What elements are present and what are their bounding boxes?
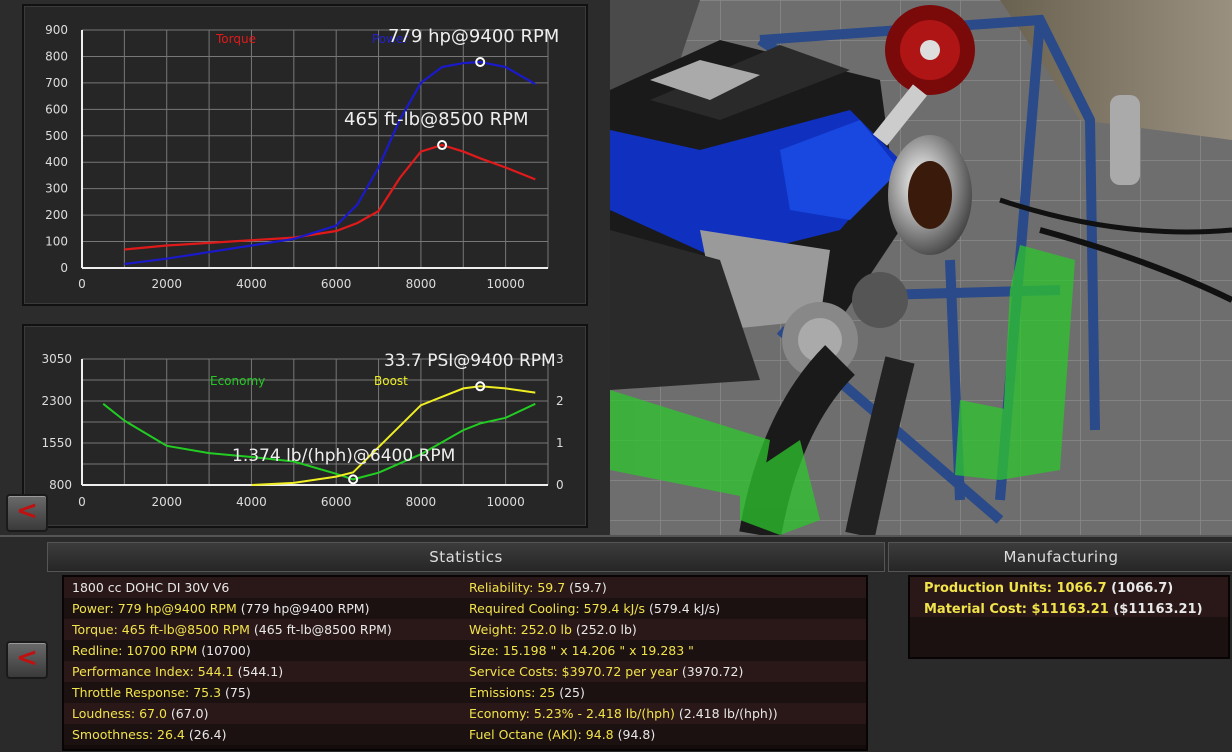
back-button-bottom[interactable]: < bbox=[6, 641, 48, 679]
y-tick-label: 500 bbox=[45, 129, 68, 143]
stat-right-3: Size: 15.198 " x 14.206 " x 19.283 " bbox=[469, 643, 694, 658]
economy-boost-chart-panel: 3050 2300 1550 800 3 2 1 0 0 2000 4000 6000 8000 1000… bbox=[22, 324, 588, 528]
y-left-tick-label: 3050 bbox=[41, 352, 72, 366]
stat-left-7: Smoothness: 26.4 (26.4) bbox=[72, 727, 227, 742]
y-left-tick-label: 800 bbox=[49, 478, 72, 492]
stats-row: Power: 779 hp@9400 RPM (779 hp@9400 RPM)… bbox=[64, 598, 866, 619]
y-tick-label: 700 bbox=[45, 76, 68, 90]
stats-row: Performance Index: 544.1 (544.1) Service … bbox=[64, 661, 866, 682]
stats-row: Redline: 10700 RPM (10700) Size: 15.198 "… bbox=[64, 640, 866, 661]
y-tick-label: 300 bbox=[45, 182, 68, 196]
x-tick-label: 8000 bbox=[406, 277, 437, 291]
x-tick-label: 2000 bbox=[151, 495, 182, 509]
stat-left-0: 1800 cc DOHC DI 30V V6 bbox=[72, 580, 230, 595]
torque-line bbox=[124, 143, 536, 251]
stat-right-0: Reliability: 59.7 (59.7) bbox=[469, 580, 607, 595]
stat-left-1: Power: 779 hp@9400 RPM (779 hp@9400 RPM) bbox=[72, 601, 370, 616]
stat-left-4: Performance Index: 544.1 (544.1) bbox=[72, 664, 284, 679]
boost-legend: Boost bbox=[374, 374, 408, 388]
stat-right-2: Weight: 252.0 lb (252.0 lb) bbox=[469, 622, 637, 637]
stats-row: Smoothness: 26.4 (26.4) Fuel Octane (AKI)… bbox=[64, 724, 866, 745]
x-tick-label: 6000 bbox=[321, 277, 352, 291]
y-right-tick-label: 3 bbox=[556, 352, 564, 366]
stats-row: Loudness: 67.0 (67.0) Economy: 5.23% - 2.… bbox=[64, 703, 866, 724]
power-torque-chart: 90080070060050040030020010000 2000 4000 600… bbox=[45, 23, 549, 291]
stat-left-6: Loudness: 67.0 (67.0) bbox=[72, 706, 209, 721]
x-tick-label: 0 bbox=[78, 277, 86, 291]
x-tick-label: 2000 bbox=[151, 277, 182, 291]
peak-boost-label: 33.7 PSI@9400 RPM bbox=[384, 351, 556, 371]
material-cost: Material Cost: $11163.21 ($11163.21) bbox=[924, 602, 1203, 617]
y-left-tick-label: 2300 bbox=[41, 394, 72, 408]
stat-right-1: Required Cooling: 579.4 kJ/s (579.4 kJ/s… bbox=[469, 601, 721, 616]
y-tick-label: 0 bbox=[60, 261, 68, 275]
stat-left-2: Torque: 465 ft-lb@8500 RPM (465 ft-lb@85… bbox=[72, 622, 392, 637]
stat-right-4: Service Costs: $3970.72 per year (3970.7… bbox=[469, 664, 744, 679]
y-right-tick-label: 1 bbox=[556, 436, 564, 450]
torque-legend: Torque bbox=[216, 32, 256, 46]
x-tick-label: 4000 bbox=[236, 495, 267, 509]
stats-row: Torque: 465 ft-lb@8500 RPM (465 ft-lb@85… bbox=[64, 619, 866, 640]
y-left-tick-label: 1550 bbox=[41, 436, 72, 450]
economy-line bbox=[102, 402, 536, 481]
y-tick-label: 800 bbox=[45, 49, 68, 63]
economy-legend: Economy bbox=[210, 374, 266, 388]
peak-torque-label: 465 ft-lb@8500 RPM bbox=[344, 109, 529, 130]
x-tick-label: 6000 bbox=[321, 495, 352, 509]
y-tick-label: 200 bbox=[45, 208, 68, 222]
back-button-top[interactable]: < bbox=[6, 494, 48, 532]
power-line bbox=[124, 60, 536, 266]
production-units: Production Units: 1066.7 (1066.7) bbox=[924, 581, 1174, 596]
x-tick-label: 10000 bbox=[487, 495, 525, 509]
x-tick-label: 10000 bbox=[487, 277, 525, 291]
bottom-panel: Statistics Manufacturing < 1800 cc DOHC … bbox=[0, 535, 1232, 752]
statistics-title: Statistics bbox=[429, 548, 503, 566]
manufacturing-header: Manufacturing bbox=[888, 542, 1232, 572]
stat-right-6: Economy: 5.23% - 2.418 lb/(hph) (2.418 l… bbox=[469, 706, 778, 721]
stat-left-5: Throttle Response: 75.3 (75) bbox=[72, 685, 251, 700]
power-torque-chart-panel: 900 800 700 600 500 400 300 200 100 0 0 2000 4000 600… bbox=[22, 4, 588, 306]
stat-right-7: Fuel Octane (AKI): 94.8 (94.8) bbox=[469, 727, 656, 742]
y-right-tick-label: 0 bbox=[556, 478, 564, 492]
min-economy-label: 1.374 lb/(hph)@6400 RPM bbox=[232, 446, 456, 466]
statistics-list: 1800 cc DOHC DI 30V V6 Reliability: 59.7… bbox=[62, 575, 868, 751]
statistics-header: Statistics bbox=[47, 542, 885, 572]
y-tick-label: 100 bbox=[45, 235, 68, 249]
x-tick-label: 4000 bbox=[236, 277, 267, 291]
y-right-tick-label: 2 bbox=[556, 394, 564, 408]
stat-left-3: Redline: 10700 RPM (10700) bbox=[72, 643, 251, 658]
y-tick-label: 900 bbox=[45, 23, 68, 37]
manufacturing-list: Production Units: 1066.7 (1066.7) Materi… bbox=[908, 575, 1230, 659]
x-tick-label: 0 bbox=[78, 495, 86, 509]
stat-right-5: Emissions: 25 (25) bbox=[469, 685, 585, 700]
stats-row: 1800 cc DOHC DI 30V V6 Reliability: 59.7… bbox=[64, 577, 866, 598]
x-tick-label: 8000 bbox=[406, 495, 437, 509]
peak-power-label: 779 hp@9400 RPM bbox=[388, 26, 560, 47]
manufacturing-title: Manufacturing bbox=[1003, 548, 1119, 566]
y-tick-label: 400 bbox=[45, 155, 68, 169]
stats-row: Throttle Response: 75.3 (75) Emissions: 2… bbox=[64, 682, 866, 703]
y-tick-label: 600 bbox=[45, 102, 68, 116]
